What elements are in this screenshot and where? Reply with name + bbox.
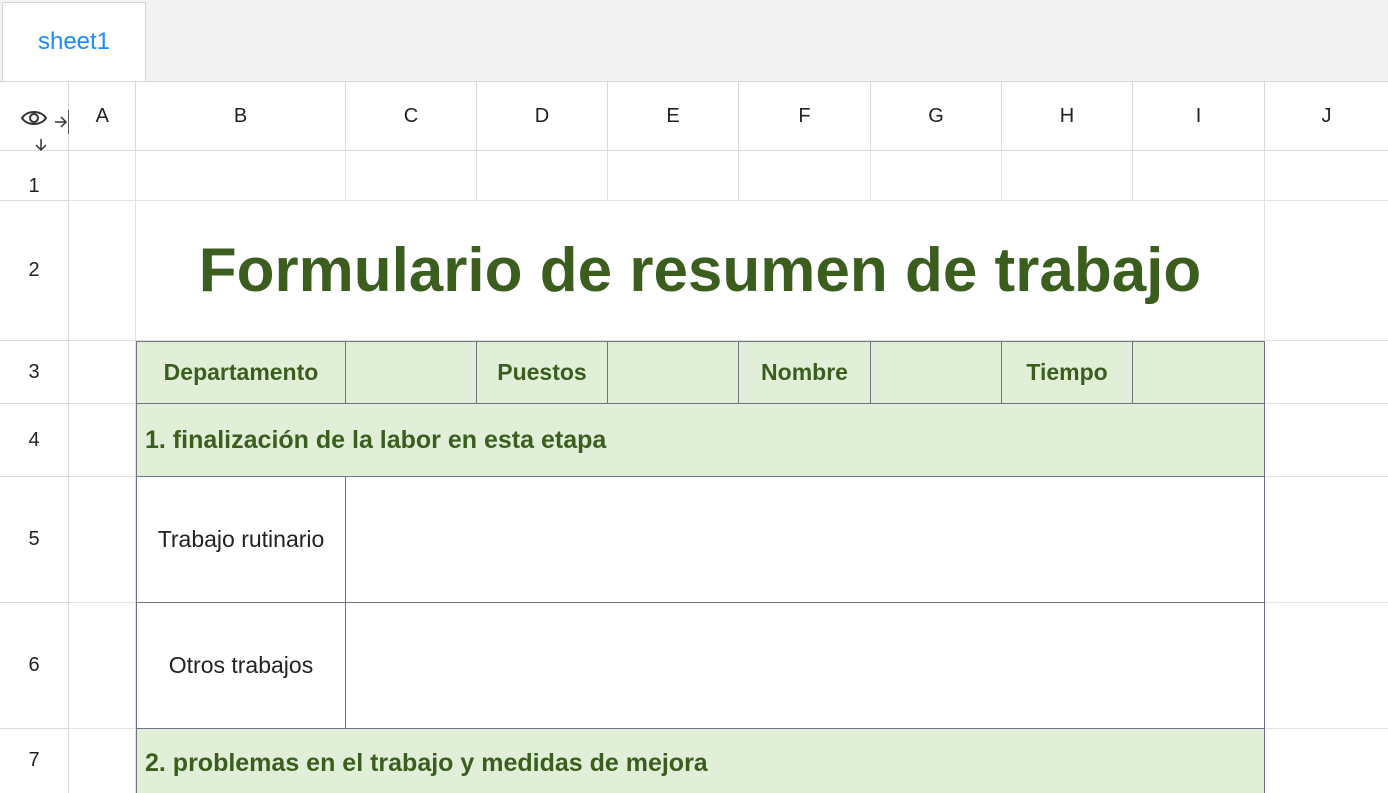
puestos-value[interactable] — [608, 341, 739, 404]
column-header-j[interactable]: J — [1265, 82, 1388, 151]
other-work-label[interactable]: Otros trabajos — [136, 603, 346, 729]
cell[interactable] — [1133, 151, 1265, 201]
cell[interactable] — [69, 341, 136, 404]
column-header-h[interactable]: H — [1002, 82, 1133, 151]
sheet-tab-bar: sheet1 — [0, 0, 1388, 82]
cell[interactable] — [871, 151, 1002, 201]
column-header-c[interactable]: C — [346, 82, 477, 151]
header-tiempo[interactable]: Tiempo — [1002, 341, 1133, 404]
cell[interactable] — [1265, 151, 1388, 201]
cell[interactable] — [136, 151, 346, 201]
column-header-f[interactable]: F — [739, 82, 871, 151]
spreadsheet-app: sheet1 A B C D E F G H I J 1 2 3 4 5 6 7… — [0, 0, 1388, 793]
section-1-heading[interactable]: 1. finalización de la labor en esta etap… — [136, 404, 1265, 477]
cell[interactable] — [1265, 603, 1388, 729]
cell[interactable] — [69, 404, 136, 477]
cell[interactable] — [69, 151, 136, 201]
section-2-heading[interactable]: 2. problemas en el trabajo y medidas de … — [136, 729, 1265, 793]
cell[interactable] — [69, 201, 136, 341]
column-header-g[interactable]: G — [871, 82, 1002, 151]
header-departamento[interactable]: Departamento — [136, 341, 346, 404]
cell[interactable] — [1265, 729, 1388, 793]
cell[interactable] — [69, 729, 136, 793]
row-header-6[interactable]: 6 — [0, 603, 69, 729]
row-header-1[interactable]: 1 — [0, 151, 69, 201]
grid-corner — [0, 82, 83, 167]
cell[interactable] — [608, 151, 739, 201]
routine-work-content[interactable] — [346, 477, 1265, 603]
routine-work-label[interactable]: Trabajo rutinario — [136, 477, 346, 603]
cell[interactable] — [1265, 404, 1388, 477]
cell[interactable] — [346, 151, 477, 201]
cell[interactable] — [1265, 201, 1388, 341]
nombre-value[interactable] — [871, 341, 1002, 404]
cell[interactable] — [477, 151, 608, 201]
cell[interactable] — [1265, 341, 1388, 404]
row-header-3[interactable]: 3 — [0, 341, 69, 404]
column-header-e[interactable]: E — [608, 82, 739, 151]
header-nombre[interactable]: Nombre — [739, 341, 871, 404]
column-header-a[interactable]: A — [69, 82, 136, 151]
row-header-2[interactable]: 2 — [0, 201, 69, 341]
tiempo-value[interactable] — [1133, 341, 1265, 404]
sheet-tab-sheet1[interactable]: sheet1 — [2, 2, 146, 81]
cell[interactable] — [739, 151, 871, 201]
cell[interactable] — [1002, 151, 1133, 201]
cell[interactable] — [69, 603, 136, 729]
cell[interactable] — [1265, 477, 1388, 603]
column-header-b[interactable]: B — [136, 82, 346, 151]
other-work-content[interactable] — [346, 603, 1265, 729]
spreadsheet-grid: A B C D E F G H I J 1 2 3 4 5 6 7 Formul… — [0, 82, 1388, 793]
header-puestos[interactable]: Puestos — [477, 341, 608, 404]
column-header-d[interactable]: D — [477, 82, 608, 151]
departamento-value[interactable] — [346, 341, 477, 404]
row-header-5[interactable]: 5 — [0, 477, 69, 603]
cell[interactable] — [69, 477, 136, 603]
column-header-i[interactable]: I — [1133, 82, 1265, 151]
eye-icon[interactable] — [20, 108, 48, 128]
row-header-4[interactable]: 4 — [0, 404, 69, 477]
row-header-7[interactable]: 7 — [0, 729, 69, 793]
form-title[interactable]: Formulario de resumen de trabajo — [136, 201, 1265, 341]
